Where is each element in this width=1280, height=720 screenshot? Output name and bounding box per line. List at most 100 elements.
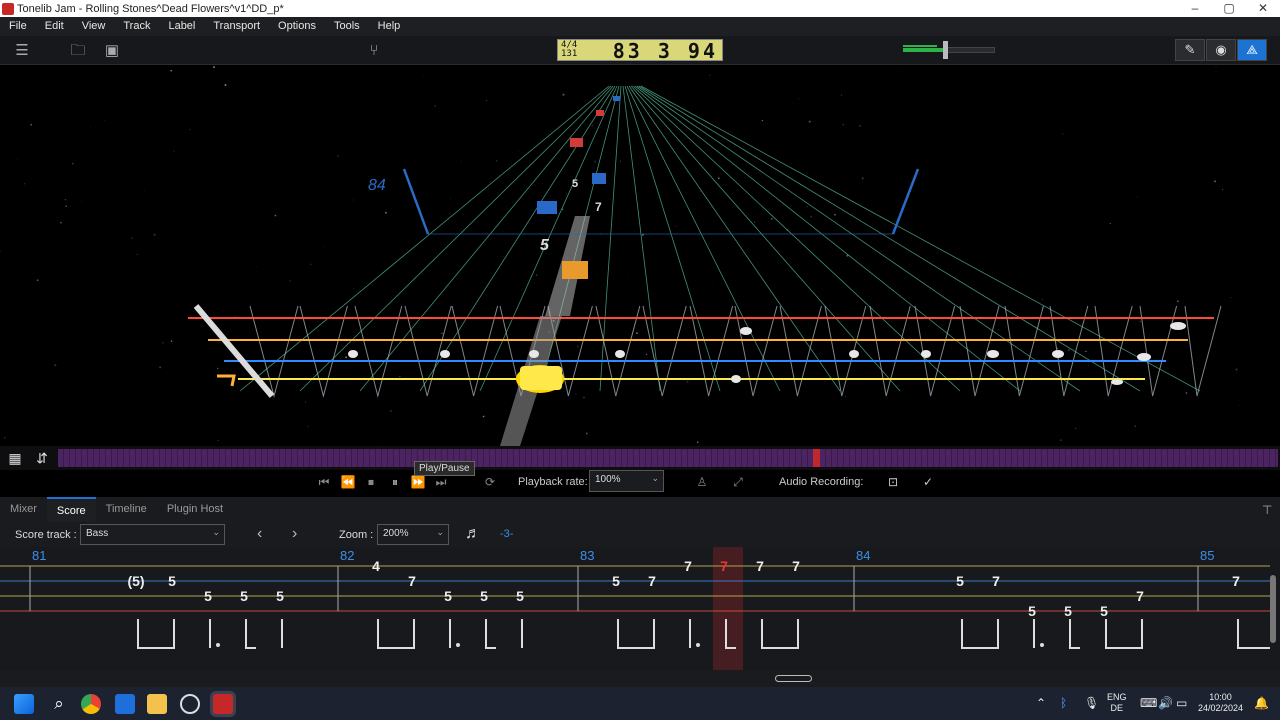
bar-number: 82 <box>340 548 354 563</box>
eye-icon[interactable]: ◉ <box>1206 39 1236 61</box>
master-volume-slider[interactable] <box>903 41 995 59</box>
next-bar-icon[interactable]: › <box>292 525 297 543</box>
panel-pin-icon[interactable]: ⊤ <box>1262 503 1272 517</box>
timeline-position-marker[interactable] <box>813 449 820 467</box>
pencil-icon[interactable]: ✎ <box>1175 39 1205 61</box>
maximize-button[interactable]: ▢ <box>1212 0 1246 17</box>
playhead-highlight <box>713 547 743 670</box>
tab-plugin-host[interactable]: Plugin Host <box>157 497 233 522</box>
music-note-icon[interactable]: ♬ <box>465 525 481 543</box>
menu-file[interactable]: File <box>0 17 36 36</box>
app-icon <box>2 2 14 15</box>
window-title: Tonelib Jam - Rolling Stones^Dead Flower… <box>17 2 284 15</box>
volume-icon[interactable]: 🔊 <box>1158 696 1173 710</box>
windows-start-icon[interactable] <box>14 694 34 714</box>
minimize-button[interactable]: – <box>1178 0 1212 17</box>
staff-scrollbar[interactable] <box>1270 575 1276 643</box>
menu-help[interactable]: Help <box>369 17 410 36</box>
tab-note: 5 <box>480 588 488 604</box>
check-icon[interactable]: ✓ <box>919 474 937 490</box>
bar-label-84: 84 <box>368 177 386 194</box>
tab-note: 5 <box>612 573 620 589</box>
chevron-down-icon: ⌄ <box>651 473 659 483</box>
tray-overflow-icon[interactable]: ⌃ <box>1036 696 1046 710</box>
title-bar: Tonelib Jam - Rolling Stones^Dead Flower… <box>0 0 1280 17</box>
play-pause-icon[interactable]: ⏸ <box>386 474 404 490</box>
tab-note: 4 <box>372 558 380 574</box>
rewind-icon[interactable]: ⏪ <box>339 474 357 490</box>
close-button[interactable]: ✕ <box>1246 0 1280 17</box>
media-player-icon[interactable] <box>180 694 200 714</box>
loop-icon[interactable]: ⟳ <box>481 474 499 490</box>
fast-forward-icon[interactable]: ⏩ <box>409 474 427 490</box>
triplet-button[interactable]: -3- <box>500 528 513 540</box>
position-readout: 83 3 94 <box>612 39 718 63</box>
go-to-start-icon[interactable]: ⏮ <box>315 474 333 490</box>
tab-note: 5 <box>1028 603 1036 619</box>
go-to-end-icon[interactable]: ⏭ <box>432 474 450 490</box>
note-block-red <box>570 138 583 147</box>
tab-note: 5 <box>516 588 524 604</box>
tab-staff-svg: 81 82 83 84 85 (5) 5 5 5 5 4 7 5 5 5 5 7… <box>0 547 1276 670</box>
bar-number: 81 <box>32 548 46 563</box>
network-icon[interactable]: ⌨ <box>1140 696 1157 710</box>
tab-note: 5 <box>168 573 176 589</box>
tab-timeline[interactable]: Timeline <box>96 497 157 522</box>
outlook-icon[interactable] <box>115 694 135 714</box>
menu-edit[interactable]: Edit <box>36 17 73 36</box>
hamburger-menu-icon[interactable]: ☰ <box>13 42 31 60</box>
menu-view[interactable]: View <box>73 17 115 36</box>
menu-options[interactable]: Options <box>269 17 325 36</box>
tab-note: 7 <box>648 573 656 589</box>
note-block-blue-far2 <box>613 96 620 101</box>
tab-note: 7 <box>792 558 800 574</box>
battery-icon[interactable]: ▭ <box>1176 696 1187 710</box>
incoming-note-label: 5 <box>540 237 550 254</box>
record-icon[interactable]: ⊡ <box>884 474 902 490</box>
microphone-icon[interactable]: 🎙 <box>1084 696 1099 710</box>
zoom-select[interactable]: 200% ⌄ <box>377 524 449 545</box>
tuner-fork-icon[interactable]: ⑂ <box>365 42 383 60</box>
menu-label[interactable]: Label <box>159 17 204 36</box>
stop-icon[interactable]: ⏹ <box>362 474 380 490</box>
tab-note: 7 <box>408 573 416 589</box>
score-track-select[interactable]: Bass ⌄ <box>80 524 225 545</box>
menu-track[interactable]: Track <box>114 17 159 36</box>
open-folder-icon[interactable]: 🗀 <box>69 42 87 60</box>
incoming-note-label: 7 <box>595 200 602 214</box>
clock[interactable]: 10:00 24/02/2024 <box>1198 692 1243 714</box>
bottom-panel: Mixer Score Timeline Plugin Host ⊤ Score… <box>0 497 1280 687</box>
count-in-icon[interactable]: ⤢ <box>729 474 747 490</box>
active-note <box>520 366 562 390</box>
song-timeline-bar[interactable] <box>58 449 1278 467</box>
file-explorer-icon[interactable] <box>147 694 167 714</box>
chrome-icon[interactable] <box>81 694 101 714</box>
menu-tools[interactable]: Tools <box>325 17 369 36</box>
audio-recording-label: Audio Recording: <box>779 476 864 488</box>
bluetooth-icon[interactable]: ᛒ <box>1060 696 1067 710</box>
notification-bell-icon[interactable]: 🔔 <box>1254 696 1269 710</box>
tab-score[interactable]: Score <box>46 497 96 522</box>
save-icon[interactable]: ▣ <box>103 42 121 60</box>
grid-view-icon[interactable]: ▦ <box>5 449 25 467</box>
tab-note: 5 <box>444 588 452 604</box>
metronome-icon[interactable]: ♙ <box>693 474 711 490</box>
tab-mixer[interactable]: Mixer <box>0 497 47 522</box>
menu-bar: File Edit View Track Label Transport Opt… <box>0 17 1280 36</box>
volume-knob[interactable] <box>943 41 948 59</box>
highway-svg: 84 5 7 5 <box>0 66 1240 446</box>
tonelib-jam-icon[interactable] <box>213 694 233 714</box>
playback-rate-select[interactable]: 100% ⌄ <box>589 470 664 492</box>
menu-transport[interactable]: Transport <box>204 17 269 36</box>
panel-resize-handle[interactable] <box>775 675 812 682</box>
previous-bar-icon[interactable]: ‹ <box>257 525 262 543</box>
starfield <box>0 66 1240 446</box>
note-block-red-far <box>596 110 604 116</box>
view-mode-buttons: ✎ ◉ ⟁ <box>1175 39 1267 61</box>
sort-arrow-icon[interactable]: ⇵ <box>32 449 52 467</box>
language-indicator[interactable]: ENG DE <box>1107 692 1127 714</box>
strings-icon[interactable]: ⟁ <box>1237 39 1267 61</box>
search-icon[interactable]: ⌕ <box>49 694 69 714</box>
panel-tabs: Mixer Score Timeline Plugin Host <box>0 497 1280 522</box>
note-block-blue-far <box>592 173 606 184</box>
